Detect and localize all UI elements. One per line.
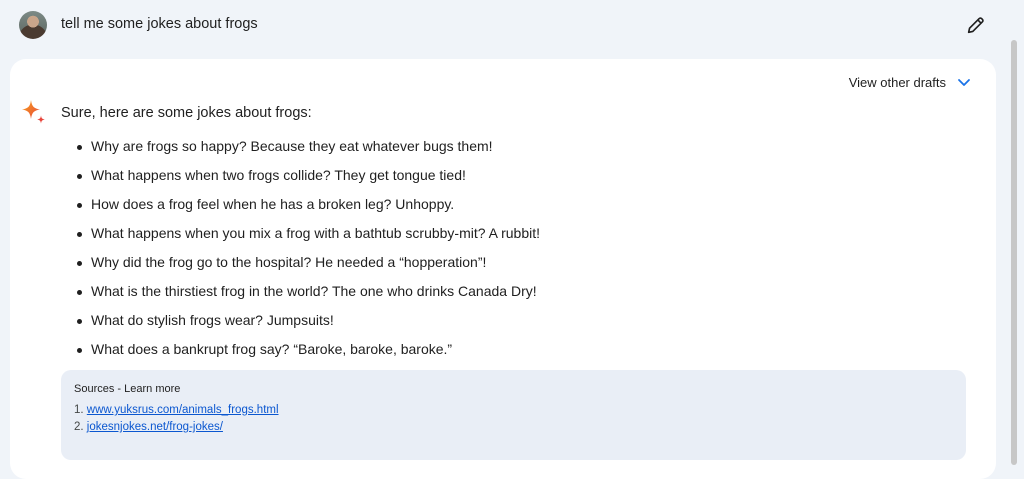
view-other-drafts-label: View other drafts [848, 74, 946, 90]
joke-item: Why are frogs so happy? Because they eat… [72, 132, 540, 161]
joke-item: What does a bankrupt frog say? “Baroke, … [72, 335, 540, 364]
sources-panel: Sources - Learn more 1. www.yuksrus.com/… [61, 370, 966, 460]
source-link[interactable]: www.yuksrus.com/animals_frogs.html [87, 404, 279, 416]
prompt-text: tell me some jokes about frogs [61, 16, 258, 32]
joke-item: What is the thirstiest frog in the world… [72, 277, 540, 306]
learn-more-link[interactable]: Learn more [124, 383, 180, 395]
source-number: 2. [74, 421, 84, 433]
source-item: 1. www.yuksrus.com/animals_frogs.html [74, 402, 279, 419]
sources-separator: - [114, 383, 125, 395]
joke-list: Why are frogs so happy? Because they eat… [72, 132, 540, 364]
source-list: 1. www.yuksrus.com/animals_frogs.html 2.… [74, 402, 279, 436]
prompt-row: tell me some jokes about frogs [0, 0, 1010, 54]
joke-item: How does a frog feel when he has a broke… [72, 190, 540, 219]
view-other-drafts-button[interactable]: View other drafts [849, 72, 972, 92]
user-avatar[interactable] [19, 11, 47, 39]
source-number: 1. [74, 404, 84, 416]
source-item: 2. jokesnjokes.net/frog-jokes/ [74, 419, 279, 436]
source-link[interactable]: jokesnjokes.net/frog-jokes/ [87, 421, 223, 433]
sources-label: Sources [74, 383, 115, 395]
sources-heading: Sources - Learn more [74, 383, 180, 395]
joke-item: What happens when two frogs collide? The… [72, 161, 540, 190]
joke-item: Why did the frog go to the hospital? He … [72, 248, 540, 277]
chevron-down-icon [958, 79, 970, 86]
response-intro: Sure, here are some jokes about frogs: [61, 105, 312, 121]
joke-item: What happens when you mix a frog with a … [72, 219, 540, 248]
response-card: View other drafts Sure, here are some jo… [10, 59, 996, 479]
gemini-sparkle-icon [22, 100, 45, 124]
pencil-icon[interactable] [965, 14, 987, 36]
scrollbar[interactable] [1011, 40, 1017, 465]
joke-item: What do stylish frogs wear? Jumpsuits! [72, 306, 540, 335]
